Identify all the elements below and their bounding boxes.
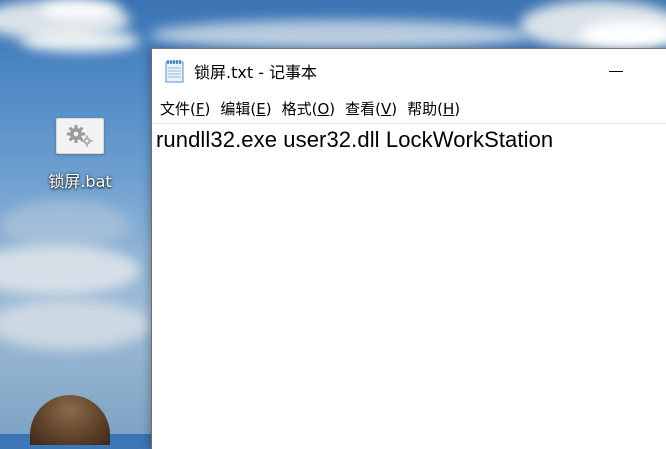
menu-bar: 文件(F) 编辑(E) 格式(O) 查看(V) 帮助(H) [152,93,666,123]
cloud [150,20,530,50]
menu-file[interactable]: 文件(F) [158,96,217,121]
batch-file-gears-icon [56,118,104,154]
minimize-button[interactable] [598,57,634,85]
notepad-window[interactable]: 锁屏.txt - 记事本 文件(F) 编辑(E) 格式(O) 查看(V) 帮助(… [151,48,666,449]
minimize-icon [609,70,623,72]
menu-help[interactable]: 帮助(H) [405,96,467,121]
window-title: 锁屏.txt - 记事本 [194,63,318,82]
title-bar[interactable]: 锁屏.txt - 记事本 [152,49,666,93]
desktop-icon-lock-bat[interactable]: 锁屏.bat [42,118,118,192]
menu-edit[interactable]: 编辑(E) [218,96,278,121]
menu-view[interactable]: 查看(V) [343,96,404,121]
notepad-icon [164,59,186,83]
cloud [0,300,150,350]
cloud [0,200,130,250]
menu-format[interactable]: 格式(O) [280,96,343,121]
desktop-icon-label: 锁屏.bat [48,172,112,191]
rock-formation [30,395,110,445]
text-editor-area[interactable]: rundll32.exe user32.dll LockWorkStation [152,123,666,449]
cloud [0,245,140,295]
cloud [40,0,120,20]
editor-content[interactable]: rundll32.exe user32.dll LockWorkStation [152,124,666,153]
cloud [20,30,140,52]
